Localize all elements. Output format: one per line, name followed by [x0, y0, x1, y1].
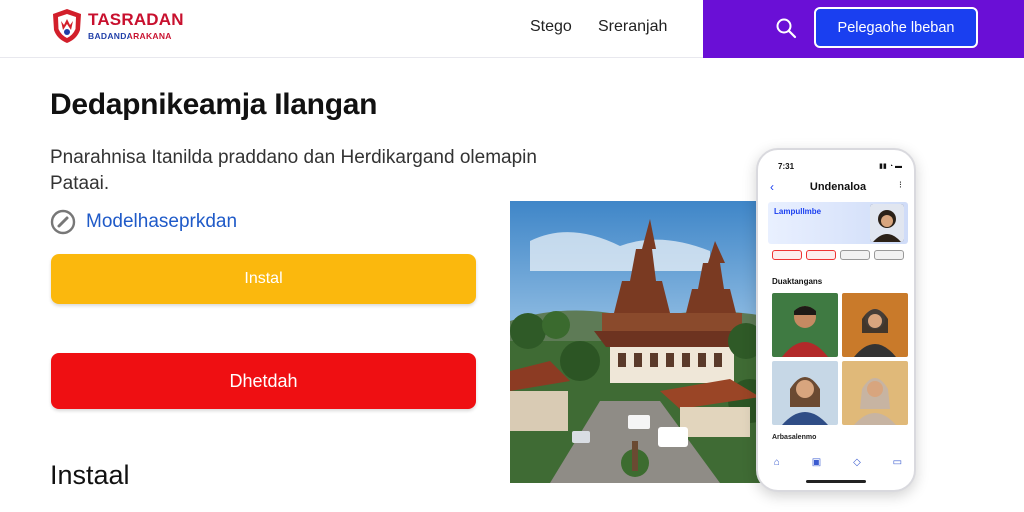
bell-icon[interactable]: ◇ — [853, 457, 861, 468]
brand-logo[interactable]: TASRADAN BADANDARAKANA — [48, 6, 198, 50]
nav-link-stego[interactable]: Stego — [530, 18, 572, 36]
banner-text: Lampullmbe — [774, 207, 822, 216]
model-link[interactable]: Modelhaseprkdan — [86, 211, 237, 233]
filter-chip[interactable] — [840, 250, 870, 260]
shield-logo-icon — [53, 9, 81, 43]
brand-subtitle: BADANDARAKANA — [88, 31, 172, 41]
search-icon[interactable] — [775, 17, 797, 39]
home-indicator — [806, 480, 866, 483]
signal-battery-icon: ▮▮ ◔ ▬ — [879, 163, 902, 170]
model-link-row[interactable]: Modelhaseprkdan — [50, 208, 237, 236]
thumbnail-card[interactable] — [772, 293, 838, 357]
phone-mockup: 7:31 ▮▮ ◔ ▬ ‹ Undenaloa ⁝ Lampullmbe Dua… — [756, 148, 916, 492]
filter-chip[interactable] — [806, 250, 836, 260]
filter-chips — [772, 250, 904, 260]
phone-bottom-nav: ⌂ ▣ ◇ ▭ — [758, 450, 914, 474]
temple-photo — [510, 201, 770, 483]
brand-name: TASRADAN — [88, 10, 184, 29]
page-title: Dedapnikeamja Ilangan — [50, 88, 378, 121]
phone-caption: Arbasalenmo — [772, 434, 817, 441]
compass-icon — [50, 209, 76, 235]
header-cta-button[interactable]: Pelegaohe lbeban — [814, 7, 978, 48]
top-header: TASRADAN BADANDARAKANA Stego Sreranjah P… — [0, 0, 1024, 58]
filter-chip[interactable] — [772, 250, 802, 260]
phone-thumbnail-grid — [772, 293, 910, 425]
avatar — [870, 204, 904, 242]
phone-section-title: Duaktangans — [772, 277, 823, 286]
more-options-icon[interactable]: ⁝ — [899, 180, 902, 191]
thumbnail-card[interactable] — [842, 293, 908, 357]
thumbnail-card[interactable] — [842, 361, 908, 425]
filter-chip[interactable] — [874, 250, 904, 260]
phone-status-time: 7:31 — [778, 162, 795, 171]
phone-screen-title: Undenaloa — [809, 181, 867, 193]
page-description: Pnarahnisa Itanilda praddano dan Herdika… — [50, 147, 537, 194]
nav-link-sreranjah[interactable]: Sreranjah — [598, 18, 667, 36]
install-button[interactable]: Instal — [51, 254, 476, 304]
thumbnail-card[interactable] — [772, 361, 838, 425]
home-icon[interactable]: ⌂ — [774, 457, 780, 468]
secondary-red-button[interactable]: Dhetdah — [51, 353, 476, 409]
phone-banner[interactable]: Lampullmbe — [768, 202, 908, 244]
section-heading: Instaal — [50, 460, 130, 490]
grid-icon[interactable]: ▣ — [812, 457, 821, 468]
profile-icon[interactable]: ▭ — [893, 457, 902, 468]
